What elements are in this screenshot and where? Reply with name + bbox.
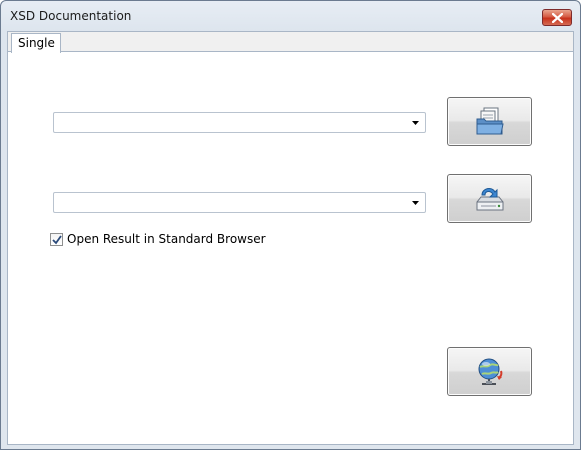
title-bar[interactable]: XSD Documentation — [1, 1, 580, 31]
save-drive-icon — [476, 187, 504, 211]
client-area: Single Open Result in Standard Browser — [7, 31, 574, 445]
tab-single[interactable]: Single — [11, 33, 61, 53]
open-in-browser-label: Open Result in Standard Browser — [67, 232, 266, 246]
app-window: XSD Documentation Single Open Result in … — [0, 0, 581, 450]
close-button[interactable] — [542, 9, 572, 26]
open-in-browser-checkbox[interactable] — [50, 233, 63, 246]
window-title: XSD Documentation — [10, 9, 132, 23]
save-output-button[interactable] — [447, 174, 532, 223]
source-file-combo[interactable] — [53, 112, 426, 133]
chevron-down-icon — [412, 121, 419, 125]
checkmark-icon — [52, 235, 62, 245]
generate-documentation-button[interactable] — [447, 347, 532, 396]
output-dropdown-arrow[interactable] — [408, 193, 422, 212]
open-folder-icon — [476, 107, 504, 135]
globe-network-icon — [478, 358, 503, 385]
open-file-button[interactable] — [447, 97, 532, 146]
close-icon — [552, 13, 563, 23]
output-file-combo[interactable] — [53, 192, 426, 213]
source-dropdown-arrow[interactable] — [408, 113, 422, 132]
tab-strip: Single — [8, 32, 573, 53]
chevron-down-icon — [412, 201, 419, 205]
